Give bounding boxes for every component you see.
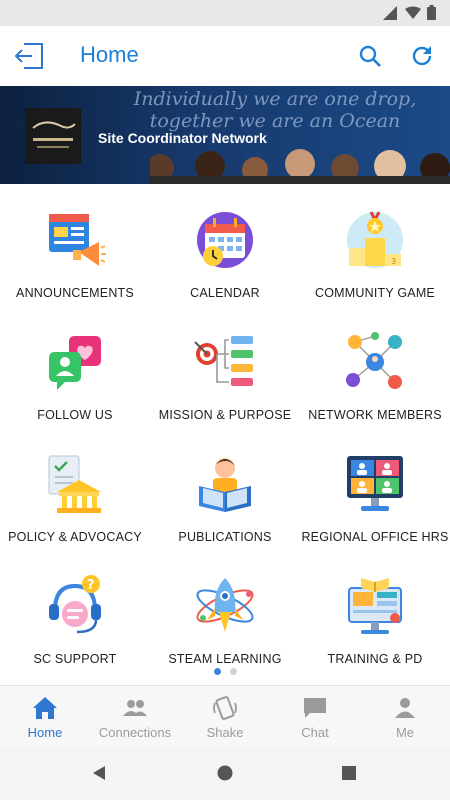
- grid-item-label: CALENDAR: [190, 286, 260, 300]
- tab-label: Shake: [206, 725, 244, 740]
- tab-label: Connections: [98, 725, 172, 740]
- grid-item-label: SC SUPPORT: [33, 652, 117, 666]
- page-title: Home: [80, 42, 139, 67]
- grid-item-label: TRAINING & PD: [327, 652, 423, 666]
- person-icon: [395, 698, 415, 718]
- nav-home-icon[interactable]: [217, 765, 233, 781]
- network-banner[interactable]: Individually we are one drop, together w…: [0, 86, 450, 184]
- grid-item-regional-office-hrs[interactable]: REGIONAL OFFICE HRS: [300, 428, 450, 550]
- grid-item-label: PUBLICATIONS: [178, 530, 272, 544]
- status-icons: [383, 5, 436, 20]
- training-screen-icon: [348, 578, 402, 634]
- bottom-tab-bar: Home Connections Shake Chat Me: [0, 685, 450, 747]
- tab-label: Chat: [301, 725, 329, 740]
- wifi-icon: [405, 6, 421, 19]
- grid-item-network-members[interactable]: NETWORK MEMBERS: [300, 306, 450, 428]
- tab-me[interactable]: Me: [360, 686, 450, 748]
- search-icon[interactable]: [358, 44, 382, 68]
- refresh-icon[interactable]: [410, 44, 434, 68]
- network-logo: [25, 108, 81, 164]
- grid-item-follow-us[interactable]: FOLLOW US: [0, 306, 150, 428]
- grid-item-mission-purpose[interactable]: MISSION & PURPOSE: [150, 306, 300, 428]
- page-dot-1[interactable]: [213, 668, 221, 675]
- feature-grid: ANNOUNCEMENTS CALENDAR 3 COMMUNITY GAME: [0, 184, 450, 670]
- people-icon: [123, 700, 147, 716]
- banner-network-name: Site Coordinator Network: [98, 130, 267, 146]
- grid-item-label: MISSION & PURPOSE: [158, 408, 292, 422]
- app-bar: Home: [0, 26, 450, 86]
- reader-book-icon: [199, 458, 251, 512]
- network-people-icon: [346, 332, 402, 389]
- svg-text:3: 3: [391, 257, 396, 266]
- grid-item-label: POLICY & ADVOCACY: [8, 530, 142, 544]
- grid-item-label: NETWORK MEMBERS: [308, 408, 442, 422]
- svg-text:?: ?: [87, 578, 95, 593]
- policy-building-icon: [48, 455, 101, 513]
- banner-quote: Individually we are one drop, together w…: [133, 88, 417, 132]
- grid-item-community-game[interactable]: 3 COMMUNITY GAME: [300, 184, 450, 306]
- headset-support-icon: ?: [49, 575, 101, 634]
- tab-home[interactable]: Home: [0, 686, 90, 748]
- grid-item-policy-advocacy[interactable]: POLICY & ADVOCACY: [0, 428, 150, 550]
- grid-item-training-pd[interactable]: TRAINING & PD: [300, 550, 450, 672]
- target-icon: [194, 336, 253, 386]
- signal-icon: [383, 5, 397, 20]
- tab-shake[interactable]: Shake: [180, 686, 270, 748]
- exit-icon[interactable]: [14, 42, 46, 70]
- grid-item-announcements[interactable]: ANNOUNCEMENTS: [0, 184, 150, 306]
- system-nav-bar: [0, 747, 450, 800]
- battery-icon: [427, 5, 436, 20]
- announcements-icon: [49, 214, 106, 266]
- grid-item-label: COMMUNITY GAME: [315, 286, 435, 300]
- trophy-podium-icon: 3: [347, 211, 403, 268]
- social-hearts-icon: [49, 336, 101, 390]
- rocket-atom-icon: [196, 578, 254, 632]
- crowd-photo: [150, 149, 450, 184]
- grid-item-label: FOLLOW US: [37, 408, 113, 422]
- shake-phone-icon: [213, 696, 237, 720]
- grid-item-label: ANNOUNCEMENTS: [16, 286, 134, 300]
- status-bar: [0, 0, 450, 26]
- tab-connections[interactable]: Connections: [90, 686, 180, 748]
- home-icon: [33, 697, 57, 719]
- calendar-icon: [197, 212, 253, 268]
- nav-recents-icon[interactable]: [341, 765, 357, 781]
- page-dot-2[interactable]: [229, 668, 237, 675]
- grid-item-sc-support[interactable]: ? SC SUPPORT: [0, 550, 150, 672]
- grid-item-steam-learning[interactable]: STEAM LEARNING: [150, 550, 300, 672]
- grid-item-label: STEAM LEARNING: [168, 652, 282, 666]
- nav-back-icon[interactable]: [91, 765, 107, 781]
- tab-label: Me: [395, 725, 415, 740]
- tab-chat[interactable]: Chat: [270, 686, 360, 748]
- chat-icon: [304, 698, 326, 718]
- grid-item-label: REGIONAL OFFICE HRS: [301, 530, 449, 544]
- grid-item-publications[interactable]: PUBLICATIONS: [150, 428, 300, 550]
- page-indicator: [0, 668, 450, 675]
- video-meeting-icon: [347, 456, 403, 511]
- grid-item-calendar[interactable]: CALENDAR: [150, 184, 300, 306]
- tab-label: Home: [27, 725, 63, 740]
